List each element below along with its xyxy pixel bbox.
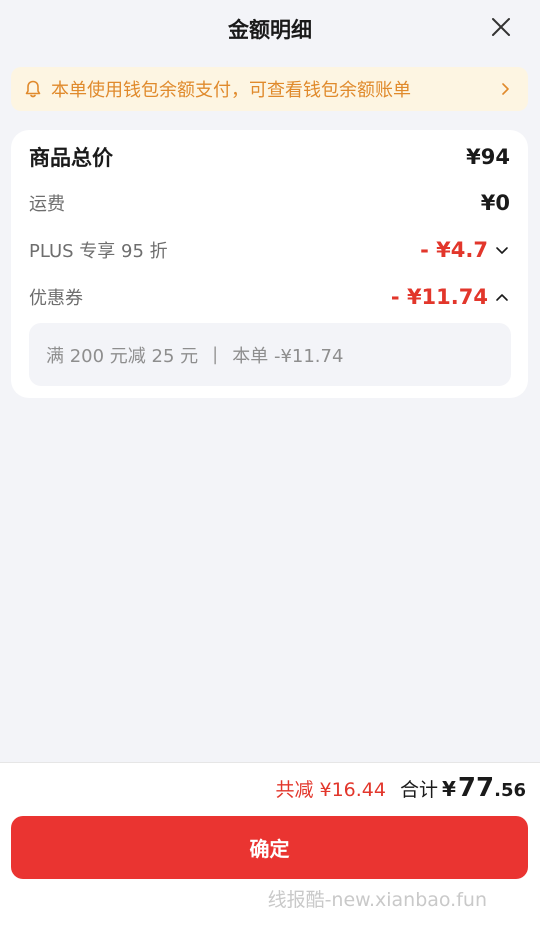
total-currency: ¥ — [442, 777, 456, 801]
chevron-down-icon — [496, 247, 508, 254]
total-saved: 共减 ¥16.44 — [275, 779, 386, 801]
total-decimal: .56 — [494, 780, 526, 801]
plus-discount-amount: - ¥4.7 — [420, 238, 510, 262]
page-title: 金额明细 — [228, 18, 312, 42]
row-plus-discount[interactable]: PLUS 专享 95 折 - ¥4.7 — [29, 233, 510, 267]
shipping-value: ¥0 — [480, 191, 510, 215]
chevron-right-icon — [502, 83, 509, 95]
total-label: 合计 — [399, 779, 438, 801]
bell-icon — [25, 80, 41, 98]
coupon-detail-box: 满 200 元减 25 元 | 本单 -¥11.74 — [29, 323, 511, 386]
close-icon — [492, 18, 510, 36]
plus-discount-label: PLUS 专享 95 折 — [29, 241, 168, 262]
price-summary: 共减 ¥16.44 合计 ¥ 77 .56 — [275, 773, 526, 803]
shipping-label: 运费 — [29, 194, 65, 215]
goods-total-label: 商品总价 — [29, 146, 113, 170]
coupon-applied: 本单 -¥11.74 — [232, 345, 344, 367]
amount-breakdown-card: 商品总价 ¥94 运费 ¥0 PLUS 专享 95 折 - ¥4.7 优惠券 -… — [11, 130, 528, 398]
row-shipping: 运费 ¥0 — [29, 186, 510, 220]
confirm-button[interactable]: 确定 — [11, 816, 528, 879]
total-integer: 77 — [457, 773, 495, 803]
wallet-notice-banner[interactable]: 本单使用钱包余额支付，可查看钱包余额账单 — [11, 67, 528, 111]
coupon-value: - ¥11.74 — [390, 285, 488, 309]
header: 金额明细 — [0, 0, 540, 60]
row-coupon[interactable]: 优惠券 - ¥11.74 — [29, 280, 510, 314]
footer-bar: 共减 ¥16.44 合计 ¥ 77 .56 确定 线报酷-new.xianbao… — [0, 762, 540, 932]
coupon-separator: | — [212, 344, 219, 365]
chevron-up-icon — [496, 294, 508, 301]
coupon-label: 优惠券 — [29, 288, 83, 309]
close-button[interactable] — [488, 14, 514, 40]
plus-discount-value: - ¥4.7 — [420, 238, 488, 262]
watermark-text: 线报酷-new.xianbao.fun — [267, 889, 487, 911]
coupon-condition: 满 200 元减 25 元 — [46, 345, 199, 367]
coupon-amount: - ¥11.74 — [391, 285, 510, 309]
row-goods-total: 商品总价 ¥94 — [29, 140, 510, 174]
wallet-notice-text: 本单使用钱包余额支付，可查看钱包余额账单 — [51, 80, 411, 101]
goods-total-value: ¥94 — [466, 145, 510, 169]
